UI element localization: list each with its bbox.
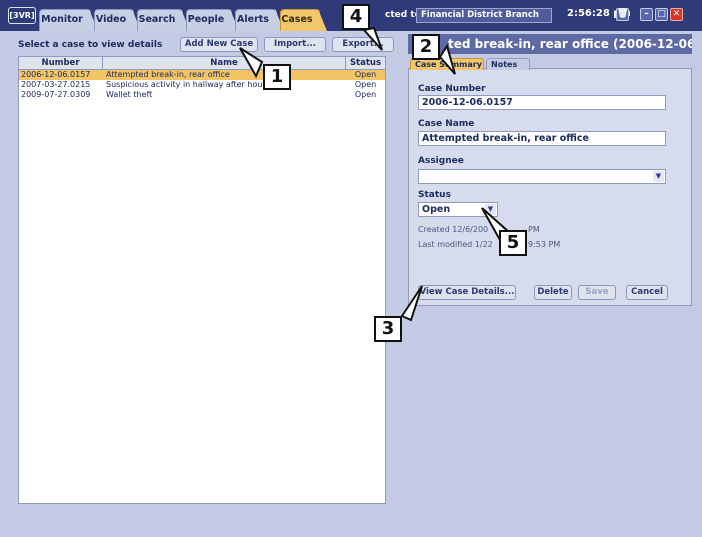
column-name[interactable]: Name [103,57,346,69]
add-new-case-button[interactable]: Add New Case [180,37,258,52]
created-text: Created 12/6/200 [418,225,489,234]
app-logo: [3VR] [8,7,36,24]
case-number-cell: 2006-12-06.0157 [21,70,91,79]
case-number-field[interactable]: 2006-12-06.0157 [418,95,666,110]
case-name-label: Case Name [418,119,475,129]
import-button[interactable]: Import... [264,37,326,52]
table-row[interactable]: 2009-07-27.0309 Wallet theft Open [19,90,385,100]
column-status[interactable]: Status [346,57,385,69]
tab-monitor[interactable]: Monitor [39,9,98,31]
table-row[interactable]: 2006-12-06.0157 Attempted break-in, rear… [19,70,385,80]
view-case-details-button[interactable]: View Case Details... [418,285,516,300]
table-header: Number Name Status [19,57,385,70]
tab-notes[interactable]: Notes [486,58,530,70]
case-number-cell: 2007-03-27.0215 [21,80,91,89]
tab-video[interactable]: Video [94,9,141,31]
case-status-cell: Open [354,80,377,89]
callout-3: 3 [374,316,402,342]
branch-selector[interactable]: Financial District Branch [416,8,552,23]
tab-people[interactable]: People [186,9,239,31]
maximize-icon[interactable]: □ [655,8,668,21]
status-label: Status [418,190,451,200]
case-status-cell: Open [354,70,377,79]
case-name-cell: Attempted break-in, rear office [106,70,230,79]
callout-2: 2 [412,34,440,60]
export-button[interactable]: Export... [332,37,394,52]
case-name-field[interactable]: Attempted break-in, rear office [418,131,666,146]
column-number[interactable]: Number [19,57,103,69]
callout-5: 5 [499,230,527,256]
case-number-cell: 2009-07-27.0309 [21,90,91,99]
case-status-cell: Open [354,90,377,99]
callout-1: 1 [263,64,291,90]
assignee-label: Assignee [418,156,464,166]
case-number-label: Case Number [418,84,486,94]
modified-text: Last modified 1/22 [418,240,493,249]
save-button[interactable]: Save [578,285,616,300]
status-dropdown[interactable]: Open ▼ [418,202,498,217]
assignee-dropdown[interactable]: ▼ [418,169,666,184]
tab-search[interactable]: Search [137,9,190,31]
modified-text-tail: 9:53 PM [528,240,561,249]
status-value: Open [422,204,451,215]
callout-4: 4 [342,4,370,30]
cancel-button[interactable]: Cancel [626,285,668,300]
chevron-down-icon: ▼ [485,204,496,215]
chevron-down-icon: ▼ [653,171,664,182]
trash-icon[interactable]: 🗑 [616,8,629,21]
tab-alerts[interactable]: Alerts [235,9,284,31]
delete-button[interactable]: Delete [534,285,572,300]
tab-cases[interactable]: Cases [280,9,327,32]
select-case-label: Select a case to view details [18,40,163,50]
close-icon[interactable]: ✕ [670,8,683,21]
created-text-tail: PM [528,225,540,234]
table-row[interactable]: 2007-03-27.0215 Suspicious activity in h… [19,80,385,90]
case-table: Number Name Status 2006-12-06.0157 Attem… [18,56,386,504]
case-name-cell: Wallet theft [106,90,153,99]
case-detail-title: ted break-in, rear office (2006-12-06.01… [408,34,692,54]
minimize-icon[interactable]: – [640,8,653,21]
case-name-cell: Suspicious activity in hallway after hou… [106,80,270,89]
